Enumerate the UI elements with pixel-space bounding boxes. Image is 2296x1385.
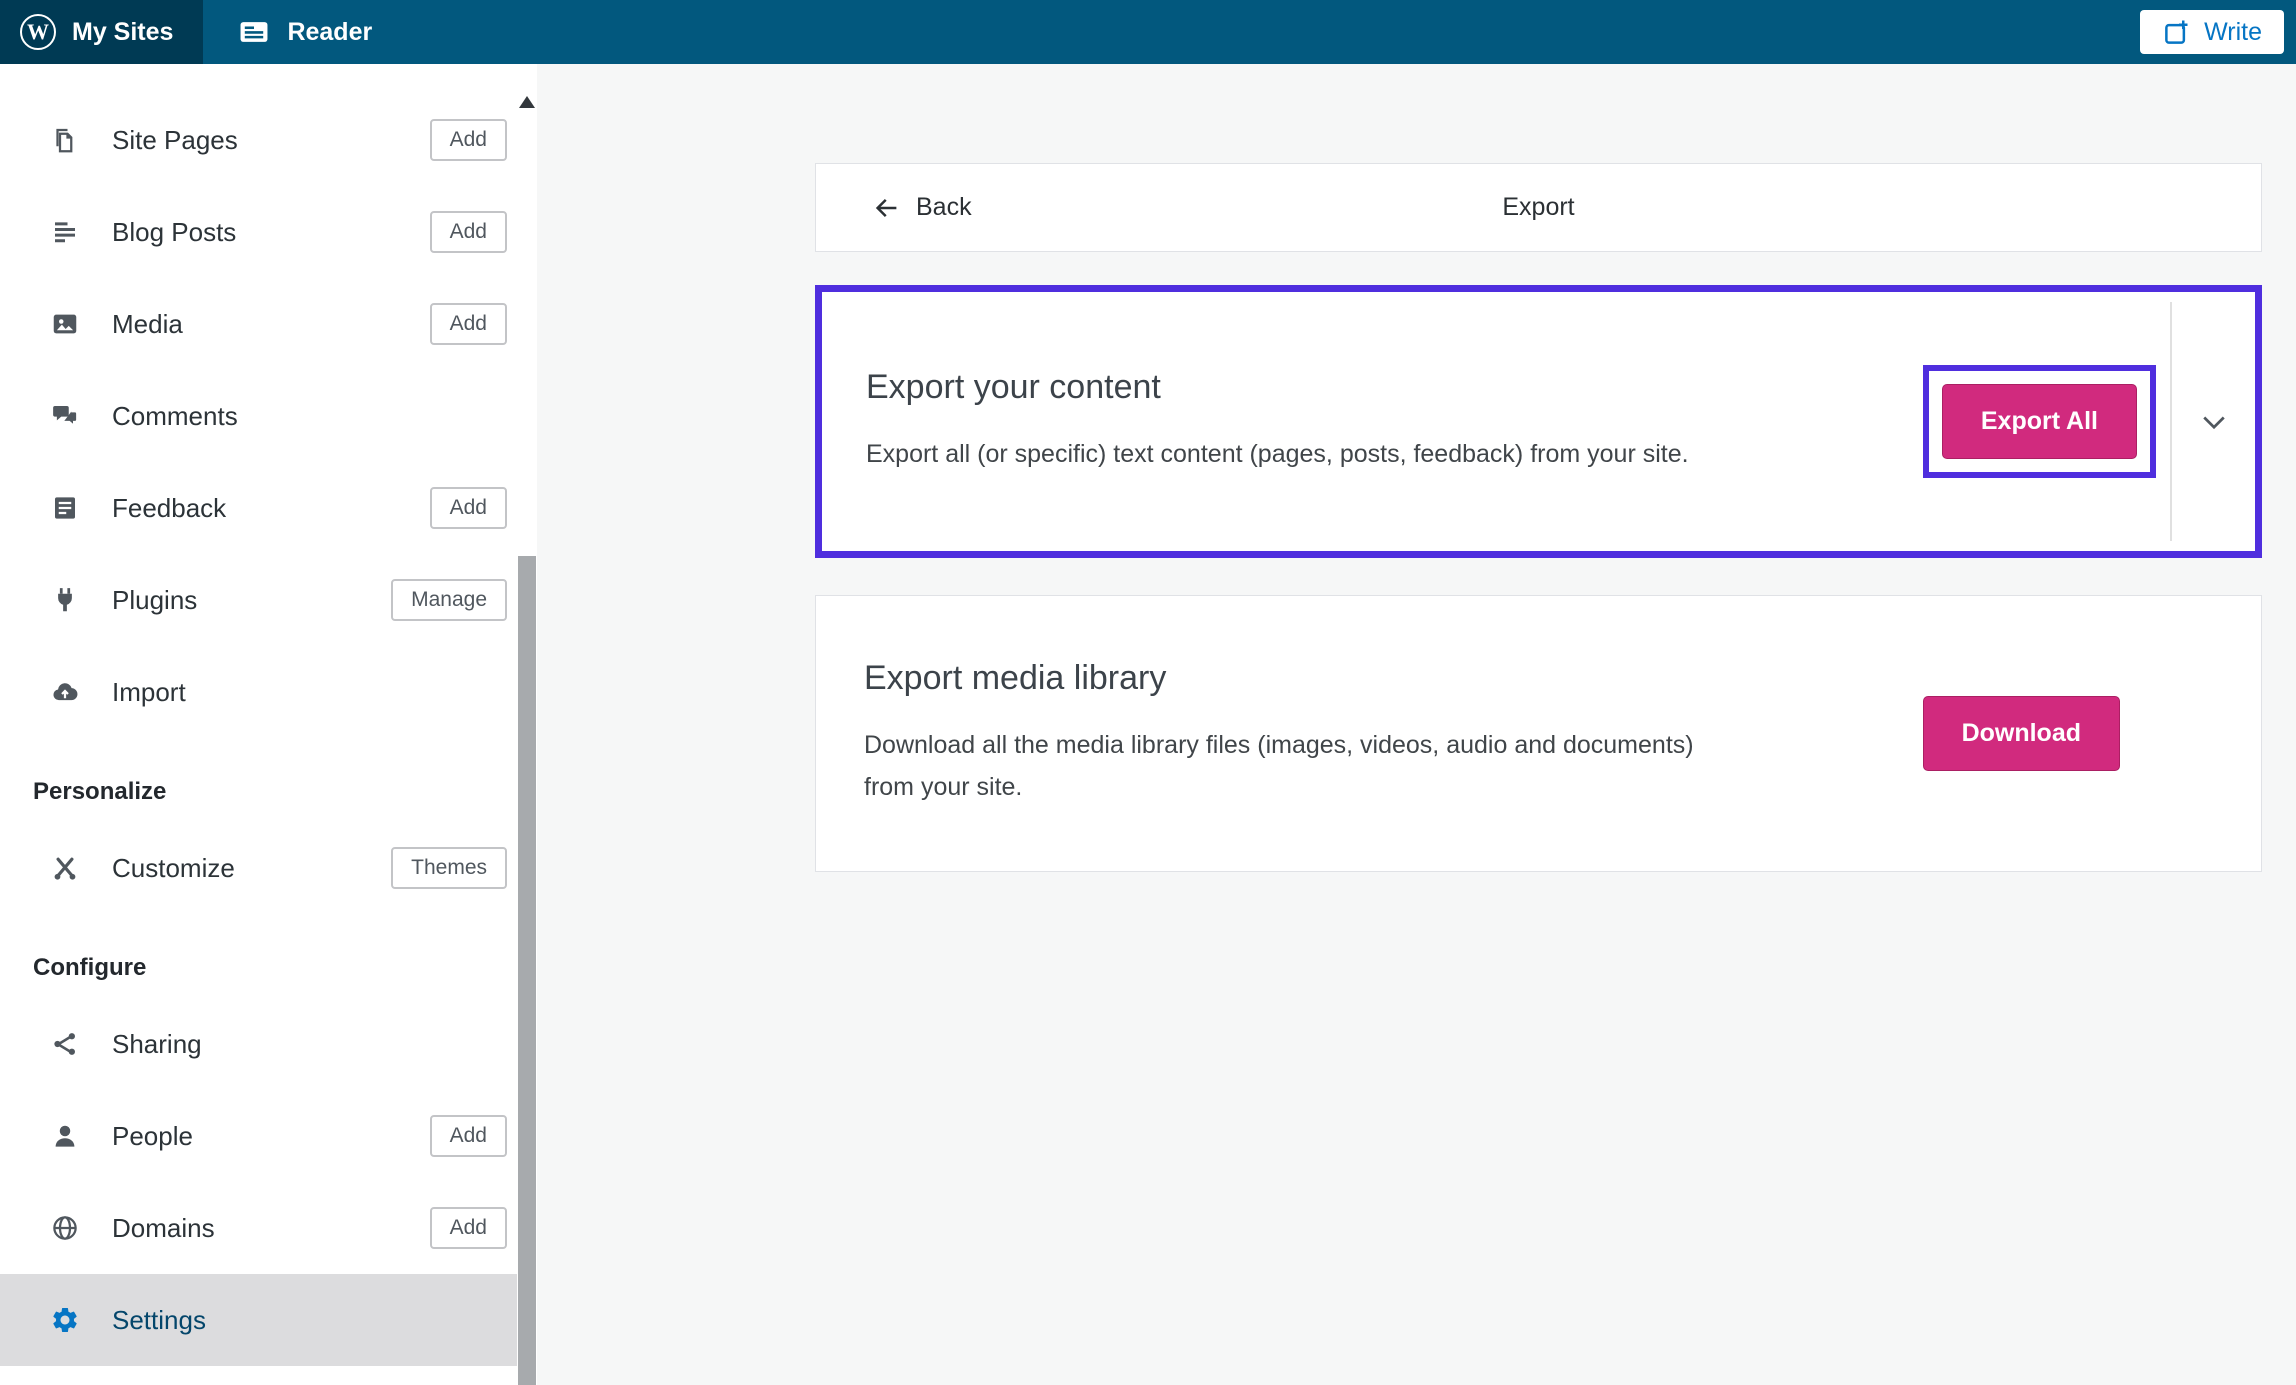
plugins-icon — [50, 585, 80, 615]
masthead: W My Sites Reader Write — [0, 0, 2296, 64]
domains-globe-icon — [50, 1213, 80, 1243]
sidebar-item-feedback[interactable]: Feedback Add — [0, 462, 537, 554]
sidebar-item-domains[interactable]: Domains Add — [0, 1182, 537, 1274]
posts-icon — [50, 217, 80, 247]
reader-label: Reader — [287, 17, 373, 46]
feedback-icon — [50, 493, 80, 523]
export-media-description: Download all the media library files (im… — [864, 730, 1694, 802]
import-cloud-icon — [50, 677, 80, 707]
page-title: Export — [1502, 193, 1575, 221]
scrollbar-thumb[interactable] — [518, 556, 536, 1385]
sidebar-item-people[interactable]: People Add — [0, 1090, 537, 1182]
write-compose-icon — [2162, 17, 2192, 47]
export-content-card: Export your content Export all (or speci… — [822, 292, 2255, 551]
wordpress-logo-icon: W — [20, 14, 56, 50]
sidebar-item-site-pages[interactable]: Site Pages Add — [0, 94, 537, 186]
reader-button[interactable]: Reader — [203, 0, 406, 64]
manage-plugins-button[interactable]: Manage — [391, 579, 507, 621]
sidebar-item-blog-posts[interactable]: Blog Posts Add — [0, 186, 537, 278]
people-icon — [50, 1121, 80, 1151]
back-button[interactable]: Back — [872, 193, 972, 223]
sidebar-item-plugins[interactable]: Plugins Manage — [0, 554, 537, 646]
add-blog-post-button[interactable]: Add — [429, 211, 507, 253]
sidebar-item-comments[interactable]: Comments — [0, 370, 537, 462]
section-heading-configure: Configure — [33, 954, 147, 981]
settings-gear-icon — [50, 1305, 80, 1335]
download-media-button[interactable]: Download — [1922, 696, 2120, 771]
comments-icon — [50, 401, 80, 431]
main-content: Back Export Export your content Export a… — [537, 64, 2296, 1385]
sharing-icon — [50, 1029, 80, 1059]
themes-button[interactable]: Themes — [391, 847, 507, 889]
write-button[interactable]: Write — [2140, 10, 2284, 54]
customize-tools-icon — [50, 853, 80, 883]
section-heading-personalize: Personalize — [33, 778, 167, 805]
export-media-card: Export media library Download all the me… — [815, 595, 2262, 872]
annotation-export-content-card: Export your content Export all (or speci… — [815, 285, 2262, 558]
media-icon — [50, 309, 80, 339]
sidebar-item-settings[interactable]: Settings — [0, 1274, 537, 1366]
export-content-heading: Export your content — [866, 367, 1161, 406]
write-label: Write — [2204, 17, 2262, 46]
page-header-card: Back Export — [815, 163, 2262, 252]
sidebar-item-import[interactable]: Import — [0, 646, 537, 738]
export-all-button[interactable]: Export All — [1941, 384, 2137, 459]
back-label: Back — [916, 193, 972, 221]
back-arrow-icon — [872, 193, 902, 223]
sidebar-scrollbar[interactable] — [517, 64, 537, 1385]
annotation-export-all-button: Export All — [1922, 365, 2156, 478]
sidebar-item-sharing[interactable]: Sharing — [0, 998, 537, 1090]
my-sites-button[interactable]: W My Sites — [0, 0, 204, 64]
expand-export-options-button[interactable] — [2172, 404, 2255, 440]
add-feedback-button[interactable]: Add — [429, 487, 507, 529]
export-content-description: Export all (or specific) text content (p… — [866, 439, 1689, 468]
add-domain-button[interactable]: Add — [429, 1207, 507, 1249]
add-site-page-button[interactable]: Add — [429, 119, 507, 161]
sidebar: Site Pages Add Blog Posts Add Media Add … — [0, 64, 537, 1385]
sidebar-item-customize[interactable]: Customize Themes — [0, 822, 537, 914]
chevron-down-icon — [2196, 404, 2232, 440]
sidebar-item-media[interactable]: Media Add — [0, 278, 537, 370]
reader-icon — [237, 15, 271, 49]
add-media-button[interactable]: Add — [429, 303, 507, 345]
scrollbar-up-arrow-icon[interactable] — [519, 96, 535, 108]
add-people-button[interactable]: Add — [429, 1115, 507, 1157]
my-sites-label: My Sites — [72, 17, 174, 46]
pages-icon — [50, 125, 80, 155]
export-media-heading: Export media library — [864, 658, 1167, 697]
